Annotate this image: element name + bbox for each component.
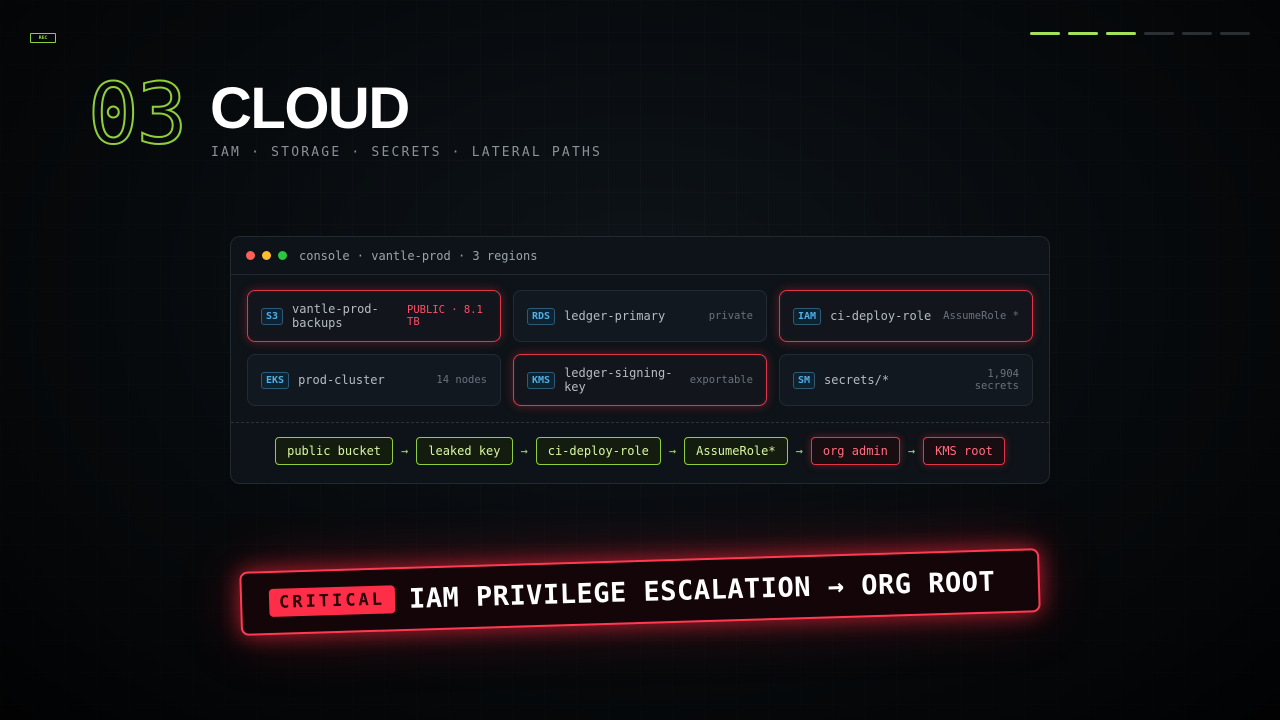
resource-meta: exportable [689,374,753,386]
attack-step[interactable]: ci-deploy-role [535,437,661,465]
attack-step[interactable]: leaked key [416,437,513,465]
console-titlebar: console · vantle-prod · 3 regions [231,237,1049,275]
progress-segment [1106,32,1136,35]
resource-meta: AssumeRole * [943,310,1019,322]
section-subtitle: IAM · STORAGE · SECRETS · LATERAL PATHS [211,145,603,160]
minimize-dot[interactable] [262,251,271,260]
resource-meta: 14 nodes [436,374,487,386]
progress-segment [1144,32,1174,35]
resource-name: vantle-prod-backups [292,302,379,330]
arrow-right-icon: → [907,444,916,458]
critical-badge: CRITICAL [268,585,396,617]
banner-headline: IAM PRIVILEGE ESCALATION → ORG ROOT [408,565,996,615]
resource-card-kms[interactable]: KMS ledger-signing-key exportable [513,354,767,406]
service-tag: KMS [527,371,556,389]
console-title: console · vantle-prod · 3 regions [299,248,538,263]
attack-step[interactable]: org admin [810,437,900,465]
resource-name: ledger-signing-key [564,366,673,394]
resource-meta: 1,904 secrets [974,368,1019,392]
resource-card-rds[interactable]: RDS ledger-primary private [513,290,767,342]
resource-meta: PUBLIC · 8.1 TB [407,304,483,328]
arrow-right-icon: → [520,444,528,458]
resource-name: secrets/* [824,373,890,387]
progress-segment [1182,32,1212,35]
section-title: CLOUD [210,76,410,141]
resource-card-sm[interactable]: SM secrets/* 1,904 secrets [779,354,1033,406]
rec-badge: REC [30,33,56,43]
resource-name: ci-deploy-role [830,309,932,323]
section-number: 03 [87,65,188,163]
service-tag: IAM [793,307,822,325]
service-tag: S3 [261,307,284,325]
service-tag: RDS [527,307,556,325]
attack-path: public bucket → leaked key → ci-deploy-role →… [231,423,1049,479]
resource-card-s3[interactable]: S3 vantle-prod-backups PUBLIC · 8.1 TB [247,290,501,342]
attack-step[interactable]: AssumeRole* [684,437,788,465]
arrow-right-icon: → [401,444,409,458]
progress-segment [1220,32,1250,35]
resource-card-iam[interactable]: IAM ci-deploy-role AssumeRole * [779,290,1033,342]
resource-card-eks[interactable]: EKS prod-cluster 14 nodes [247,354,501,406]
arrow-right-icon: → [795,444,803,458]
resource-name: ledger-primary [564,309,666,323]
resource-grid: S3 vantle-prod-backups PUBLIC · 8.1 TB RDS l… [231,275,1049,406]
arrow-right-icon: → [668,444,677,458]
progress-segment [1030,32,1060,35]
slide-progress [1030,32,1250,35]
console-window: console · vantle-prod · 3 regions S3 vant… [230,236,1050,484]
attack-step[interactable]: public bucket [275,437,394,465]
service-tag: SM [793,371,816,389]
service-tag: EKS [261,371,290,389]
maximize-dot[interactable] [278,251,287,260]
close-dot[interactable] [246,251,255,260]
attack-step[interactable]: KMS root [923,437,1005,465]
progress-segment [1068,32,1098,35]
resource-name: prod-cluster [298,373,385,387]
resource-meta: private [708,310,753,322]
